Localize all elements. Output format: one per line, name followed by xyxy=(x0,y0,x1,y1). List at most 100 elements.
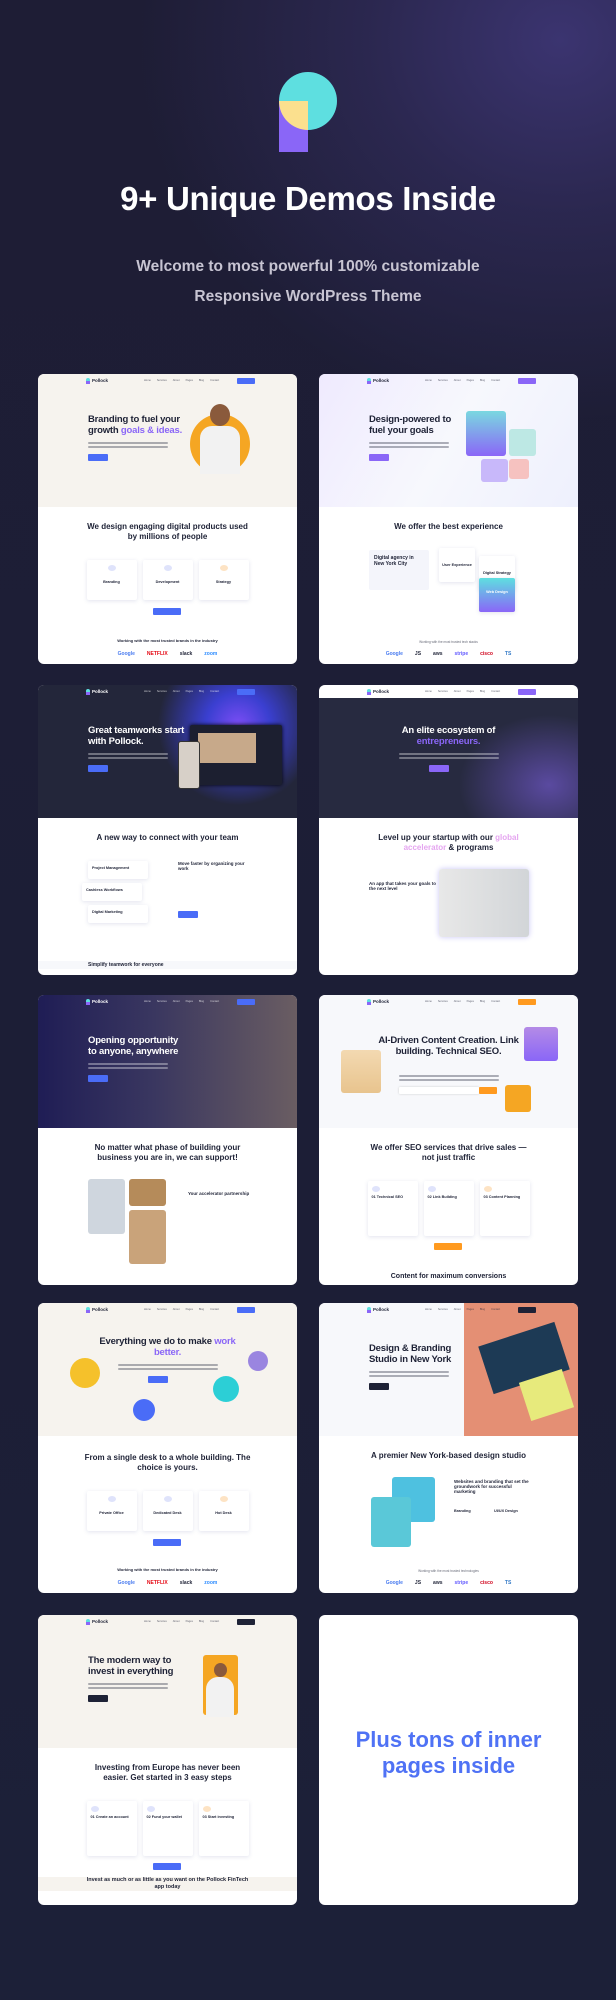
feature-card[interactable]: Branding xyxy=(86,560,137,600)
hero-cta-button[interactable] xyxy=(88,1075,108,1082)
feature-card[interactable]: Cashless Workflows xyxy=(82,883,142,901)
nav-item[interactable]: Home xyxy=(425,1000,432,1003)
nav-item[interactable]: Blog xyxy=(199,690,204,693)
demo-card[interactable]: Pollock Home Services About Pages Blog Contact… xyxy=(38,1615,297,1905)
nav-item[interactable]: Services xyxy=(157,690,167,693)
inner-pages-card[interactable]: Plus tons of inner pages inside xyxy=(319,1615,578,1905)
feature-card[interactable]: User Experience xyxy=(439,548,475,582)
nav-item[interactable]: Services xyxy=(438,1308,448,1311)
nav-cta-button[interactable] xyxy=(237,377,255,384)
nav-item[interactable]: Services xyxy=(438,690,448,693)
nav-item[interactable]: Services xyxy=(157,1000,167,1003)
hero-submit-button[interactable] xyxy=(479,1087,497,1094)
nav-cta-button[interactable] xyxy=(518,998,536,1005)
feature-card[interactable]: 01 Create an account xyxy=(86,1801,137,1856)
nav-item[interactable]: Pages xyxy=(467,1308,474,1311)
feature-card[interactable]: Hot Desk xyxy=(198,1491,249,1531)
demo-card[interactable]: Pollock Home Services About Pages Blog Contact… xyxy=(38,685,297,975)
hero-cta-button[interactable] xyxy=(429,765,449,772)
nav-cta-button[interactable] xyxy=(518,1306,536,1313)
nav-item[interactable]: Home xyxy=(144,379,151,382)
nav-item[interactable]: Services xyxy=(157,1308,167,1311)
brand-logo[interactable]: Pollock xyxy=(367,377,407,384)
nav-item[interactable]: Services xyxy=(157,379,167,382)
demo-card[interactable]: Pollock Home Services About Pages Blog Contact… xyxy=(38,1303,297,1593)
brand-logo[interactable]: Pollock xyxy=(86,998,126,1005)
nav-item[interactable]: Pages xyxy=(467,379,474,382)
nav-item[interactable]: Blog xyxy=(199,1000,204,1003)
feature-card[interactable]: Dedicated Desk xyxy=(142,1491,193,1531)
hero-cta-button[interactable] xyxy=(369,1383,389,1390)
brand-logo[interactable]: Pollock xyxy=(367,998,407,1005)
nav-cta-button[interactable] xyxy=(237,998,255,1005)
hero-cta-button[interactable] xyxy=(88,1695,108,1702)
nav-item[interactable]: Services xyxy=(438,379,448,382)
nav-item[interactable]: About xyxy=(454,1308,461,1311)
hero-cta-button[interactable] xyxy=(148,1376,168,1383)
nav-item[interactable]: Pages xyxy=(186,1620,193,1623)
demo-card[interactable]: Pollock Home Services About Pages Blog Contact… xyxy=(319,374,578,664)
brand-logo[interactable]: Pollock xyxy=(86,1618,126,1625)
nav-item[interactable]: Contact xyxy=(210,690,219,693)
demo-card[interactable]: Pollock Home Services About Pages Blog Contact… xyxy=(38,995,297,1285)
nav-item[interactable]: About xyxy=(454,690,461,693)
nav-item[interactable]: Contact xyxy=(491,1308,500,1311)
nav-item[interactable]: Contact xyxy=(491,1000,500,1003)
feature-card[interactable]: Project Management xyxy=(88,861,148,879)
feature-card[interactable]: 03 Start investing xyxy=(198,1801,249,1856)
nav-item[interactable]: Services xyxy=(438,1000,448,1003)
nav-cta-button[interactable] xyxy=(518,377,536,384)
nav-item[interactable]: Contact xyxy=(210,379,219,382)
feature-card[interactable]: Digital Marketing xyxy=(88,905,148,923)
demo-card[interactable]: Pollock Home Services About Pages Blog Contact… xyxy=(319,685,578,975)
hero-cta-button[interactable] xyxy=(369,454,389,461)
nav-item[interactable]: Pages xyxy=(186,379,193,382)
section-button[interactable] xyxy=(153,1863,181,1870)
nav-item[interactable]: Home xyxy=(425,379,432,382)
nav-item[interactable]: Contact xyxy=(491,379,500,382)
nav-item[interactable]: Home xyxy=(144,1000,151,1003)
nav-item[interactable]: Pages xyxy=(186,1308,193,1311)
nav-item[interactable]: Contact xyxy=(210,1620,219,1623)
nav-item[interactable]: Home xyxy=(144,690,151,693)
feature-card[interactable]: 02 Link Building xyxy=(423,1181,474,1236)
hero-cta-button[interactable] xyxy=(88,454,108,461)
nav-item[interactable]: Pages xyxy=(186,1000,193,1003)
brand-logo[interactable]: Pollock xyxy=(367,1306,407,1313)
nav-item[interactable]: About xyxy=(173,1000,180,1003)
nav-item[interactable]: About xyxy=(454,1000,461,1003)
nav-item[interactable]: Blog xyxy=(199,1620,204,1623)
nav-item[interactable]: Blog xyxy=(480,1000,485,1003)
brand-logo[interactable]: Pollock xyxy=(86,688,126,695)
nav-cta-button[interactable] xyxy=(237,1306,255,1313)
feature-card[interactable]: 02 Fund your wallet xyxy=(142,1801,193,1856)
hero-cta-button[interactable] xyxy=(88,765,108,772)
brand-logo[interactable]: Pollock xyxy=(86,377,126,384)
feature-card[interactable]: 03 Content Planning xyxy=(479,1181,530,1236)
nav-item[interactable]: About xyxy=(173,1620,180,1623)
feature-card[interactable]: Development xyxy=(142,560,193,600)
section-button[interactable] xyxy=(153,1539,181,1546)
nav-item[interactable]: Blog xyxy=(480,1308,485,1311)
nav-item[interactable]: About xyxy=(173,379,180,382)
nav-item[interactable]: Blog xyxy=(480,690,485,693)
nav-item[interactable]: Home xyxy=(425,1308,432,1311)
nav-item[interactable]: Home xyxy=(144,1308,151,1311)
section-button[interactable] xyxy=(434,1243,462,1250)
feature-card[interactable]: Websites and branding that set the groun… xyxy=(454,1479,534,1494)
nav-item[interactable]: About xyxy=(454,379,461,382)
section-button[interactable] xyxy=(153,608,181,615)
feature-card[interactable]: Move faster by organizing your work xyxy=(178,861,248,871)
nav-item[interactable]: About xyxy=(173,1308,180,1311)
brand-logo[interactable]: Pollock xyxy=(367,688,407,695)
nav-item[interactable]: Pages xyxy=(467,1000,474,1003)
nav-item[interactable]: Services xyxy=(157,1620,167,1623)
feature-card[interactable]: UI/UX Design xyxy=(494,1509,529,1513)
hero-cta-button[interactable] xyxy=(399,1087,479,1094)
learn-more-button[interactable] xyxy=(178,911,198,918)
feature-card[interactable]: Digital agency in New York City xyxy=(369,550,429,590)
demo-card[interactable]: Pollock Home Services About Pages Blog Contact… xyxy=(319,995,578,1285)
brand-logo[interactable]: Pollock xyxy=(86,1306,126,1313)
nav-item[interactable]: Home xyxy=(425,690,432,693)
nav-cta-button[interactable] xyxy=(237,1618,255,1625)
